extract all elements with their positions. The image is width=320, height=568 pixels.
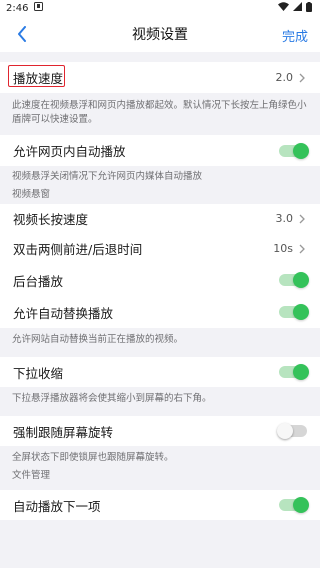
highlight-box <box>8 65 65 87</box>
auto-replace-note: 允许网站自动替换当前正在播放的视频。 <box>0 328 320 352</box>
auto-next-label: 自动播放下一项 <box>13 498 101 514</box>
nav-bar: 视频设置 完成 <box>0 16 320 52</box>
done-button[interactable]: 完成 <box>282 26 308 45</box>
section-gap <box>0 52 320 62</box>
double-tap-seek-row[interactable]: 双击两侧前进/后退时间 10s <box>0 233 320 264</box>
chevron-right-icon <box>299 243 307 255</box>
chevron-right-icon <box>299 72 307 84</box>
chevron-right-icon <box>299 213 307 225</box>
force-rotate-label: 强制跟随屏幕旋转 <box>13 424 114 440</box>
force-rotate-note: 全屏状态下即使锁屏也跟随屏幕旋转。 <box>0 446 320 467</box>
auto-next-row[interactable]: 自动播放下一项 <box>0 490 320 520</box>
playback-speed-value: 2.0 <box>275 71 294 84</box>
force-rotate-toggle[interactable] <box>277 423 307 439</box>
auto-replace-toggle[interactable] <box>279 304 309 320</box>
video-float-header: 视频悬窗 <box>0 186 320 204</box>
pull-shrink-label: 下拉收缩 <box>13 365 64 381</box>
back-button[interactable] <box>12 24 32 44</box>
background-play-row[interactable]: 后台播放 <box>0 264 320 296</box>
long-press-speed-value: 3.0 <box>275 212 294 225</box>
double-tap-seek-value: 10s <box>273 242 293 255</box>
status-bar: 2:46 <box>0 0 320 16</box>
auto-next-toggle[interactable] <box>279 497 309 513</box>
pull-shrink-row[interactable]: 下拉收缩 <box>0 357 320 387</box>
auto-replace-label: 允许自动替换播放 <box>13 305 114 321</box>
autoplay-note: 视频悬浮关闭情况下允许网页内媒体自动播放 <box>0 166 320 186</box>
pull-shrink-note: 下拉悬浮播放器将会使其缩小到屏幕的右下角。 <box>0 387 320 411</box>
force-rotate-row[interactable]: 强制跟随屏幕旋转 <box>0 416 320 446</box>
long-press-speed-label: 视频长按速度 <box>13 212 89 227</box>
double-tap-seek-label: 双击两侧前进/后退时间 <box>13 242 143 257</box>
autoplay-toggle[interactable] <box>279 142 309 159</box>
wifi-icon <box>278 2 289 14</box>
auto-replace-row[interactable]: 允许自动替换播放 <box>0 296 320 328</box>
playback-speed-note: 此速度在视频悬浮和网页内播放都起效。默认情况下长按左上角绿色小盾牌可以快速设置。 <box>0 93 320 133</box>
status-time: 2:46 <box>6 2 29 14</box>
file-management-header: 文件管理 <box>0 467 320 485</box>
autoplay-row[interactable]: 允许网页内自动播放 <box>0 135 320 166</box>
background-play-toggle[interactable] <box>279 272 309 288</box>
long-press-speed-row[interactable]: 视频长按速度 3.0 <box>0 204 320 233</box>
page-title: 视频设置 <box>132 27 188 43</box>
signal-icon <box>293 2 302 14</box>
playback-speed-row[interactable]: 播放速度 2.0 <box>0 62 320 93</box>
battery-icon <box>306 1 312 15</box>
pull-shrink-toggle[interactable] <box>279 364 309 380</box>
chevron-left-icon <box>18 26 26 42</box>
notification-icon <box>34 2 44 14</box>
autoplay-label: 允许网页内自动播放 <box>13 144 126 159</box>
background-play-label: 后台播放 <box>13 273 64 289</box>
